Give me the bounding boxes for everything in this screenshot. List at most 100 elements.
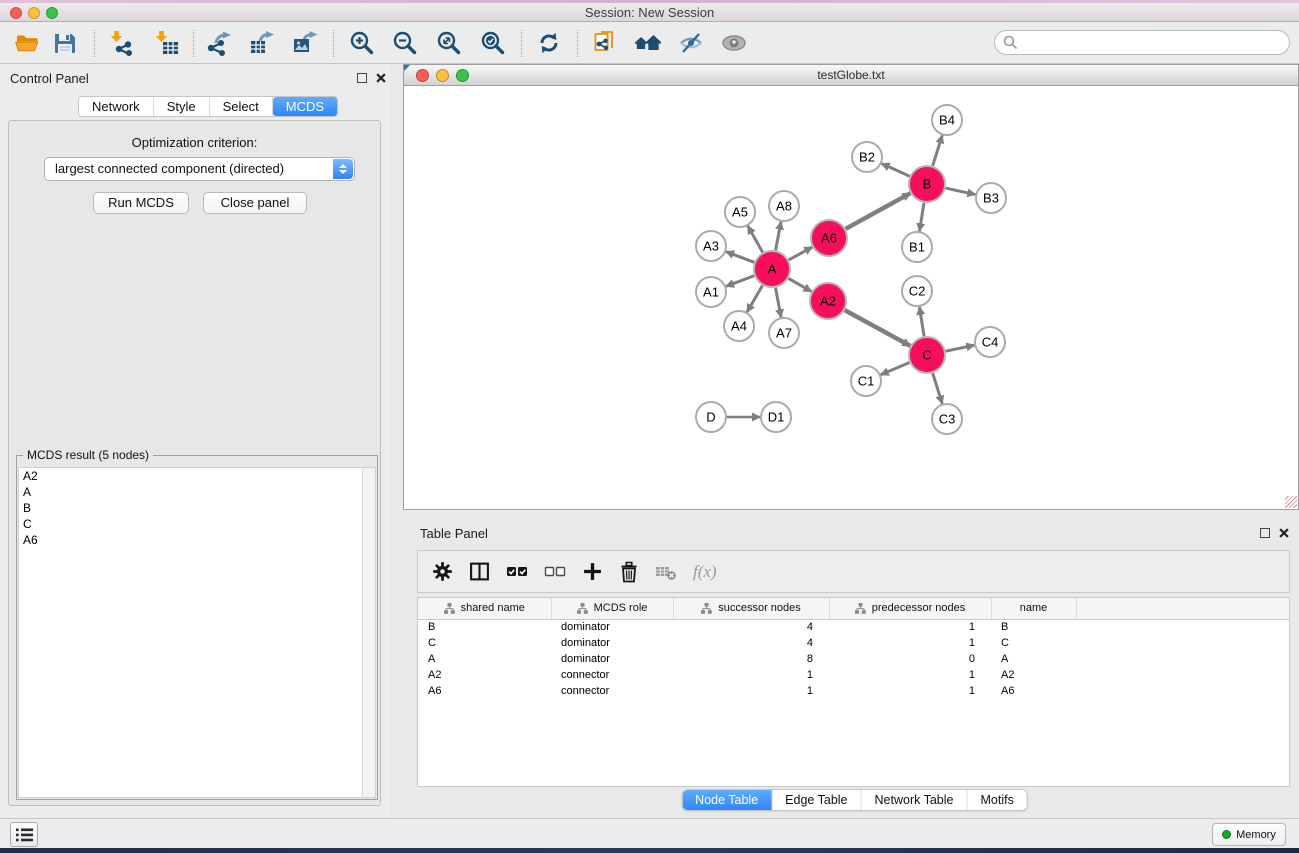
cell-successor-nodes[interactable]: 1 [673,683,829,699]
mcds-result-item[interactable]: B [19,500,375,516]
graph-edge-B-B2[interactable] [882,164,910,177]
close-panel-icon[interactable] [376,73,386,83]
cell-name[interactable]: A [991,651,1076,667]
open-session-button[interactable] [10,26,46,60]
scrollbar-track[interactable] [362,468,375,797]
delete-column-button[interactable] [619,561,639,583]
table-tab-node-table[interactable]: Node Table [682,790,772,810]
show-column-panel-button[interactable] [469,561,490,582]
tab-mcds[interactable]: MCDS [273,97,337,116]
memory-button[interactable]: Memory [1212,823,1286,846]
import-table-button[interactable] [149,26,185,60]
cell-MCDS-role[interactable]: connector [551,683,673,699]
tab-select[interactable]: Select [210,97,273,116]
cell-predecessor-nodes[interactable]: 1 [829,683,991,699]
graph-edge-A2-C[interactable] [845,310,911,346]
cell-predecessor-nodes[interactable]: 1 [829,635,991,651]
close-panel-button[interactable]: Close panel [203,192,307,214]
zoom-fit-button[interactable] [431,26,467,60]
cell-successor-nodes[interactable]: 8 [673,651,829,667]
graph-edge-A-A5[interactable] [748,226,763,252]
cell-predecessor-nodes[interactable]: 1 [829,667,991,683]
zoom-window-button[interactable] [46,7,58,19]
cell-successor-nodes[interactable]: 4 [673,619,829,635]
table-tab-network-table[interactable]: Network Table [862,790,968,810]
graph-edge-A-A2[interactable] [788,278,811,291]
float-panel-icon[interactable] [357,73,367,83]
graph-edge-A6-B[interactable] [846,193,911,229]
cell-MCDS-role[interactable]: connector [551,667,673,683]
column-header-successor-nodes[interactable]: successor nodes [673,598,829,619]
add-column-button[interactable] [582,561,603,582]
refresh-view-button[interactable] [531,26,567,60]
show-graphics-details-button[interactable] [716,26,752,60]
search-input[interactable] [1023,35,1289,51]
table-row[interactable]: A6connector11A6 [418,683,1290,699]
cell-shared-name[interactable]: A [418,651,551,667]
column-header-shared-name[interactable]: shared name [418,598,551,619]
cell-shared-name[interactable]: C [418,635,551,651]
cell-shared-name[interactable]: A2 [418,667,551,683]
graph-edge-C-C4[interactable] [946,345,975,351]
graph-edge-A-A8[interactable] [776,222,781,251]
network-canvas[interactable]: B4B2BB3A8A5A6B1A3AA1C2A2A4A7C4CC1C3DD1 [403,86,1299,510]
search-field[interactable] [994,30,1290,55]
graph-edge-B-B4[interactable] [933,135,943,166]
column-header-name[interactable]: name [991,598,1076,619]
cell-name[interactable]: B [991,619,1076,635]
resize-grip[interactable] [1285,496,1297,508]
tab-style[interactable]: Style [154,97,210,116]
cell-shared-name[interactable]: A6 [418,683,551,699]
close-table-panel-icon[interactable] [1279,528,1289,538]
home-layout-button[interactable] [630,26,666,60]
graph-edge-C-C2[interactable] [919,307,924,336]
mcds-result-item[interactable]: C [19,516,375,532]
graph-edge-A-A1[interactable] [726,276,754,287]
deselect-all-columns-button[interactable] [544,561,566,582]
node-table[interactable]: shared nameMCDS rolesuccessor nodesprede… [418,598,1290,699]
minimize-window-button[interactable] [28,7,40,19]
task-history-button[interactable] [10,822,38,847]
export-network-button[interactable] [201,26,237,60]
export-table-button[interactable] [244,26,280,60]
save-session-button[interactable] [47,26,83,60]
cell-MCDS-role[interactable]: dominator [551,635,673,651]
cell-name[interactable]: A2 [991,667,1076,683]
cell-successor-nodes[interactable]: 1 [673,667,829,683]
graph-edge-C-C3[interactable] [933,373,943,404]
close-network-button[interactable] [416,69,429,82]
cell-predecessor-nodes[interactable]: 1 [829,619,991,635]
close-window-button[interactable] [10,7,22,19]
cell-successor-nodes[interactable]: 4 [673,635,829,651]
mcds-result-item[interactable]: A2 [19,468,375,484]
column-header-MCDS-role[interactable]: MCDS role [551,598,673,619]
float-table-panel-icon[interactable] [1260,528,1270,538]
zoom-out-button[interactable] [387,26,423,60]
graph-edge-A-A7[interactable] [776,288,782,318]
tab-network[interactable]: Network [79,97,154,116]
graph-edge-C-C1[interactable] [881,362,910,374]
graph-edge-B-B3[interactable] [946,188,976,195]
zoom-selected-button[interactable] [475,26,511,60]
select-all-columns-button[interactable] [506,561,528,582]
run-mcds-button[interactable]: Run MCDS [93,192,189,214]
zoom-in-button[interactable] [344,26,380,60]
export-image-button[interactable] [287,26,323,60]
import-network-button[interactable] [104,26,140,60]
column-header-predecessor-nodes[interactable]: predecessor nodes [829,598,991,619]
table-row[interactable]: Adominator80A [418,651,1290,667]
table-row[interactable]: Cdominator41C [418,635,1290,651]
cell-MCDS-role[interactable]: dominator [551,651,673,667]
network-window-titlebar[interactable]: testGlobe.txt [403,64,1299,86]
cell-name[interactable]: A6 [991,683,1076,699]
cell-MCDS-role[interactable]: dominator [551,619,673,635]
function-builder-button[interactable]: f(x) [693,562,717,582]
cell-name[interactable]: C [991,635,1076,651]
cell-shared-name[interactable]: B [418,619,551,635]
graph-edge-A-A6[interactable] [789,247,813,260]
cell-predecessor-nodes[interactable]: 0 [829,651,991,667]
delete-table-button[interactable] [655,562,677,582]
app-titlebar[interactable]: Session: New Session [0,3,1299,22]
mcds-result-item[interactable]: A6 [19,532,375,548]
table-tab-edge-table[interactable]: Edge Table [772,790,861,810]
